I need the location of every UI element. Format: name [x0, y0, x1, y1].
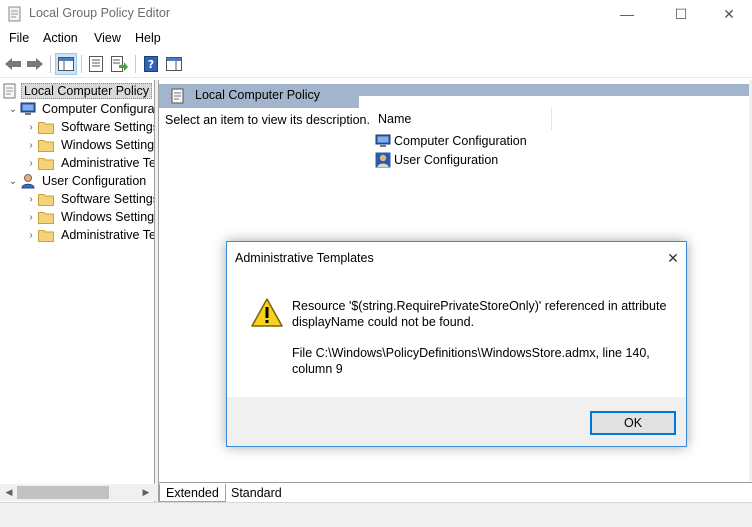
tree-item-software-settings[interactable]: › Software Settings	[24, 118, 155, 136]
tree-horizontal-scrollbar[interactable]: ◀ ▶	[0, 484, 155, 501]
chevron-right-icon[interactable]: ›	[24, 156, 38, 170]
tree-item-administrative-templates[interactable]: › Administrative Te	[24, 154, 155, 172]
show-hide-console-tree-button[interactable]	[55, 53, 77, 75]
folder-icon	[38, 211, 54, 224]
chevron-right-icon[interactable]: ›	[24, 138, 38, 152]
dialog-detail: File C:\Windows\PolicyDefinitions\Window…	[292, 346, 650, 376]
tree-item-label: Windows Setting	[61, 138, 155, 152]
tree-item-label: Administrative Te	[61, 228, 155, 242]
help-icon: ?	[144, 56, 158, 72]
folder-icon	[38, 139, 54, 152]
toolbar-separator	[81, 55, 82, 73]
dialog-message: Resource '$(string.RequirePrivateStoreOn…	[292, 299, 667, 329]
column-separator[interactable]	[551, 108, 552, 130]
tree-item-administrative-templates[interactable]: › Administrative Te	[24, 226, 155, 244]
tree-item-label: Software Settings	[61, 120, 155, 134]
minimize-button[interactable]: —	[604, 0, 650, 28]
back-arrow-icon	[5, 58, 21, 70]
toolbar-separator	[50, 55, 51, 73]
error-dialog: Administrative Templates ✕ Resource '$(s…	[226, 241, 687, 447]
toolbar: ?	[0, 50, 752, 78]
show-hide-action-pane-button[interactable]	[163, 53, 185, 75]
help-button[interactable]: ?	[140, 53, 162, 75]
details-list-background	[359, 96, 752, 110]
status-bar	[0, 502, 752, 527]
menu-view[interactable]: View	[94, 31, 121, 45]
tree-item-windows-settings[interactable]: › Windows Setting	[24, 136, 155, 154]
scrollbar-thumb[interactable]	[17, 486, 109, 499]
menu-file[interactable]: File	[9, 31, 29, 45]
folder-icon	[38, 157, 54, 170]
scroll-right-arrow-icon[interactable]: ▶	[139, 486, 153, 499]
dialog-footer: OK	[227, 397, 686, 446]
dialog-close-button[interactable]: ✕	[663, 248, 683, 268]
list-item-computer-configuration[interactable]: Computer Configuration	[375, 132, 527, 150]
close-window-button[interactable]: ✕	[706, 0, 752, 28]
tree-item-windows-settings[interactable]: › Windows Setting	[24, 208, 155, 226]
list-item-user-configuration[interactable]: User Configuration	[375, 151, 498, 169]
dialog-title: Administrative Templates	[235, 251, 374, 265]
scroll-left-arrow-icon[interactable]: ◀	[2, 486, 16, 499]
toolbar-separator	[135, 55, 136, 73]
tree-item-label: Windows Setting	[61, 210, 155, 224]
ok-button[interactable]: OK	[590, 411, 676, 435]
user-icon	[21, 174, 35, 189]
show-hide-action-pane-icon	[166, 57, 182, 71]
view-tabs: Extended Standard	[159, 482, 752, 502]
policy-editor-app-icon	[8, 6, 21, 22]
policy-icon	[171, 88, 184, 104]
details-header-title: Local Computer Policy	[195, 88, 321, 102]
list-item-label: Computer Configuration	[394, 134, 527, 148]
forward-arrow-icon	[27, 58, 43, 70]
properties-icon	[89, 56, 103, 72]
chevron-down-icon[interactable]: ⌄	[6, 174, 20, 188]
maximize-button[interactable]: ☐	[658, 0, 704, 28]
folder-icon	[38, 229, 54, 242]
tree-item-label: User Configuration	[42, 174, 147, 188]
list-item-label: User Configuration	[394, 153, 499, 167]
chevron-down-icon[interactable]: ⌄	[6, 102, 20, 116]
folder-icon	[38, 121, 54, 134]
window-title: Local Group Policy Editor	[29, 6, 171, 20]
description-text: Select an item to view its description.	[165, 113, 370, 127]
dialog-body: Resource '$(string.RequirePrivateStoreOn…	[227, 274, 686, 397]
menu-help[interactable]: Help	[135, 31, 161, 45]
export-list-button[interactable]	[109, 53, 131, 75]
tab-standard[interactable]: Standard	[225, 484, 288, 502]
tree-item-label: Local Computer Policy	[21, 83, 153, 99]
title-bar: Local Group Policy Editor — ☐ ✕	[0, 0, 752, 28]
chevron-right-icon[interactable]: ›	[24, 210, 38, 224]
tree-item-software-settings[interactable]: › Software Settings	[24, 190, 155, 208]
tab-extended[interactable]: Extended	[159, 484, 226, 502]
chevron-right-icon[interactable]: ›	[24, 192, 38, 206]
console-tree[interactable]: Local Computer Policy ⌄ Computer Configu…	[0, 80, 155, 502]
folder-icon	[38, 193, 54, 206]
menu-bar: File Action View Help	[0, 28, 752, 49]
tree-item-label: Computer Configura	[42, 102, 155, 116]
properties-button[interactable]	[85, 53, 107, 75]
tree-item-user-configuration[interactable]: ⌄ User Configuration	[6, 172, 149, 190]
computer-icon	[375, 134, 391, 147]
show-hide-console-tree-icon	[58, 57, 74, 71]
column-header-name[interactable]: Name	[378, 112, 411, 126]
tree-item-computer-configuration[interactable]: ⌄ Computer Configura	[6, 100, 155, 118]
export-list-icon	[111, 56, 128, 72]
tree-item-label: Administrative Te	[61, 156, 155, 170]
tree-item-label: Software Settings	[61, 192, 155, 206]
svg-text:?: ?	[148, 58, 154, 71]
chevron-right-icon[interactable]: ›	[24, 228, 38, 242]
menu-action[interactable]: Action	[43, 31, 78, 45]
tree-item-local-computer-policy[interactable]: Local Computer Policy	[2, 82, 153, 100]
computer-icon	[20, 102, 36, 115]
forward-button[interactable]	[24, 53, 46, 75]
warning-icon	[251, 298, 283, 327]
user-icon	[375, 152, 391, 168]
policy-icon	[3, 83, 16, 99]
chevron-right-icon[interactable]: ›	[24, 120, 38, 134]
back-button[interactable]	[2, 53, 24, 75]
